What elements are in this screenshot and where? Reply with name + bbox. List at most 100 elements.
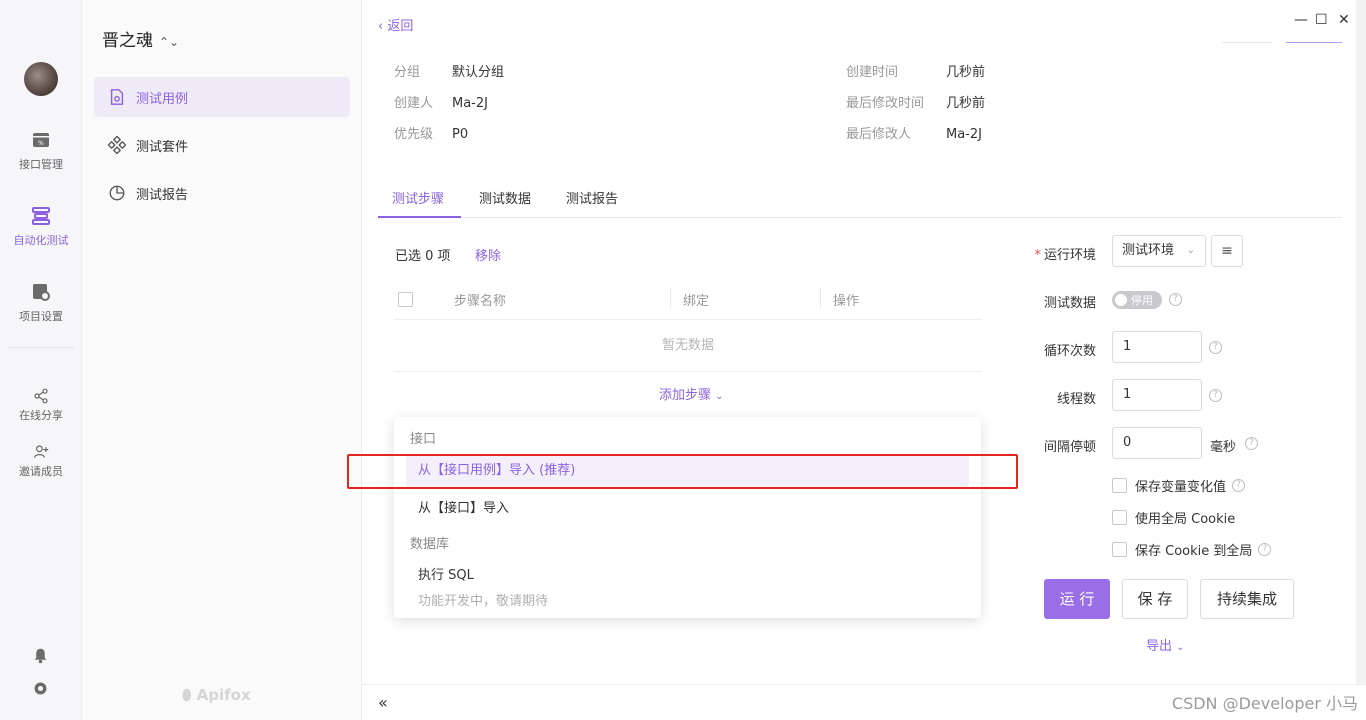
tab-test-data[interactable]: 测试数据 bbox=[479, 188, 531, 207]
required-mark: * bbox=[1034, 248, 1041, 263]
bell-icon[interactable] bbox=[32, 647, 49, 664]
col-binding: 绑定 bbox=[683, 294, 710, 309]
env-select[interactable]: 测试环境 ⌄ bbox=[1112, 235, 1206, 267]
help-icon[interactable]: ? bbox=[1209, 341, 1222, 354]
save-cookie-checkbox[interactable] bbox=[1112, 542, 1127, 557]
tab-test-reports[interactable]: 测试报告 bbox=[566, 188, 618, 207]
chevron-left-icon: ‹ bbox=[378, 19, 388, 34]
env-label: * 运行环境 bbox=[996, 244, 1096, 263]
help-icon[interactable]: ? bbox=[1209, 389, 1222, 402]
logo-text: Apifox bbox=[196, 686, 251, 704]
nav-item-label: 测试用例 bbox=[136, 91, 189, 107]
rail-item-label: 邀请成员 bbox=[19, 465, 63, 478]
add-step-label: 添加步骤 bbox=[659, 388, 712, 403]
nav-item-test-suites[interactable]: 测试套件 bbox=[94, 125, 350, 165]
meta-key: 创建时间 bbox=[846, 65, 899, 80]
project-switcher[interactable]: 晋之魂 ⌃⌄ bbox=[102, 26, 179, 51]
nav-item-test-cases[interactable]: 测试用例 bbox=[94, 77, 350, 117]
meta-value: 默认分组 bbox=[452, 65, 505, 80]
loop-label: 循环次数 bbox=[1043, 344, 1096, 359]
select-all-checkbox[interactable] bbox=[398, 292, 413, 307]
meta-modifier: 最后修改人 Ma-2J bbox=[846, 123, 982, 142]
api-icon: % bbox=[33, 133, 49, 147]
main-content: ‹ 返回 — ☐ ✕ 分组 默认分组 创建人 Ma-2J 优先级 P0 创建时间 几秒前… bbox=[362, 0, 1366, 720]
toolbar-underline-active bbox=[1286, 42, 1342, 43]
execute-sql-note: 功能开发中，敬请期待 bbox=[418, 594, 549, 609]
meta-priority: 优先级 P0 bbox=[394, 123, 468, 142]
help-icon[interactable]: ? bbox=[1245, 437, 1258, 450]
interval-input[interactable]: 0 bbox=[1112, 427, 1202, 459]
meta-value: Ma-2J bbox=[946, 127, 982, 142]
import-from-api-case[interactable]: 从【接口用例】导入 (推荐) bbox=[406, 455, 969, 487]
rail-item-label: 接口管理 bbox=[19, 158, 63, 171]
col-divider bbox=[820, 288, 821, 308]
interval-unit: 毫秒 bbox=[1210, 440, 1237, 455]
maximize-icon[interactable]: ☐ bbox=[1315, 12, 1328, 28]
test-data-switch[interactable]: 停用 bbox=[1112, 291, 1162, 309]
gear-icon[interactable] bbox=[32, 680, 49, 697]
menu-icon: ≡ bbox=[1221, 243, 1233, 259]
add-step-dropdown: 接口 从【接口用例】导入 (推荐) 从【接口】导入 数据库 执行 SQL 功能开… bbox=[394, 417, 981, 618]
meta-value: 几秒前 bbox=[946, 65, 986, 80]
watermark: CSDN @Developer 小马 bbox=[1171, 694, 1358, 713]
tab-bar: 测试步骤 测试数据 测试报告 bbox=[378, 178, 1342, 218]
export-button[interactable]: 导出 ⌄ bbox=[1146, 635, 1185, 654]
ci-button[interactable]: 持续集成 bbox=[1200, 579, 1294, 619]
meta-key: 最后修改时间 bbox=[846, 96, 925, 111]
doc-icon bbox=[110, 89, 124, 105]
use-cookie-checkbox[interactable] bbox=[1112, 510, 1127, 525]
help-icon[interactable]: ? bbox=[1169, 293, 1182, 306]
save-button[interactable]: 保 存 bbox=[1122, 579, 1188, 619]
env-label-text: 运行环境 bbox=[1043, 248, 1096, 263]
nav-item-test-reports[interactable]: 测试报告 bbox=[94, 173, 350, 213]
col-divider bbox=[670, 288, 671, 308]
remove-button[interactable]: 移除 bbox=[475, 245, 501, 264]
meta-modified: 最后修改时间 几秒前 bbox=[846, 92, 985, 111]
help-icon[interactable]: ? bbox=[1232, 479, 1246, 492]
rail-item-api-management[interactable]: % 接口管理 bbox=[0, 130, 82, 172]
rail-item-share[interactable]: 在线分享 bbox=[0, 388, 82, 423]
save-var-option[interactable]: 保存变量变化值? bbox=[1112, 476, 1246, 495]
meta-value: Ma-2J bbox=[452, 96, 488, 111]
tab-test-steps[interactable]: 测试步骤 bbox=[392, 188, 444, 207]
back-link[interactable]: ‹ 返回 bbox=[378, 15, 413, 34]
run-button[interactable]: 运 行 bbox=[1044, 579, 1110, 619]
suite-icon bbox=[108, 136, 126, 154]
save-var-checkbox[interactable] bbox=[1112, 478, 1127, 493]
meta-creator: 创建人 Ma-2J bbox=[394, 92, 488, 111]
thread-count-input[interactable]: 1 bbox=[1112, 379, 1202, 411]
dropdown-group-api: 接口 bbox=[410, 432, 437, 447]
export-label: 导出 bbox=[1146, 639, 1173, 654]
rail-item-automation[interactable]: 自动化测试 bbox=[0, 206, 82, 248]
loop-count-input[interactable]: 1 bbox=[1112, 331, 1202, 363]
col-operation: 操作 bbox=[833, 294, 860, 309]
help-icon[interactable]: ? bbox=[1258, 543, 1272, 556]
rail-item-label: 自动化测试 bbox=[13, 234, 69, 247]
vertical-scrollbar[interactable] bbox=[1356, 0, 1366, 684]
env-select-value: 测试环境 bbox=[1122, 243, 1175, 258]
invite-icon bbox=[34, 445, 49, 458]
use-cookie-option[interactable]: 使用全局 Cookie bbox=[1112, 508, 1235, 527]
steps-table-header: 步骤名称 绑定 操作 bbox=[394, 278, 982, 320]
env-menu-button[interactable]: ≡ bbox=[1211, 235, 1243, 267]
meta-value: P0 bbox=[452, 127, 469, 142]
pie-chart-icon bbox=[109, 185, 125, 201]
tab-active-indicator bbox=[378, 216, 461, 218]
nav-item-label: 测试套件 bbox=[136, 139, 189, 155]
meta-key: 最后修改人 bbox=[846, 127, 912, 142]
collapse-sidebar-icon[interactable]: « bbox=[378, 693, 388, 712]
execute-sql[interactable]: 执行 SQL bbox=[406, 560, 969, 592]
close-icon[interactable]: ✕ bbox=[1338, 12, 1350, 28]
rail-item-project-settings[interactable]: 项目设置 bbox=[0, 282, 82, 324]
dropdown-group-database: 数据库 bbox=[410, 537, 450, 552]
add-step-button[interactable]: 添加步骤 ⌄ bbox=[659, 384, 724, 403]
nav-item-label: 测试报告 bbox=[136, 187, 189, 203]
save-cookie-option[interactable]: 保存 Cookie 到全局? bbox=[1112, 540, 1272, 559]
minimize-icon[interactable]: — bbox=[1294, 12, 1308, 28]
rail-item-invite[interactable]: 邀请成员 bbox=[0, 444, 82, 479]
save-var-label: 保存变量变化值 bbox=[1135, 480, 1227, 495]
switch-label: 停用 bbox=[1131, 294, 1153, 307]
avatar[interactable] bbox=[24, 62, 58, 96]
import-from-api[interactable]: 从【接口】导入 bbox=[406, 493, 969, 525]
toolbar-underline bbox=[1222, 42, 1272, 43]
